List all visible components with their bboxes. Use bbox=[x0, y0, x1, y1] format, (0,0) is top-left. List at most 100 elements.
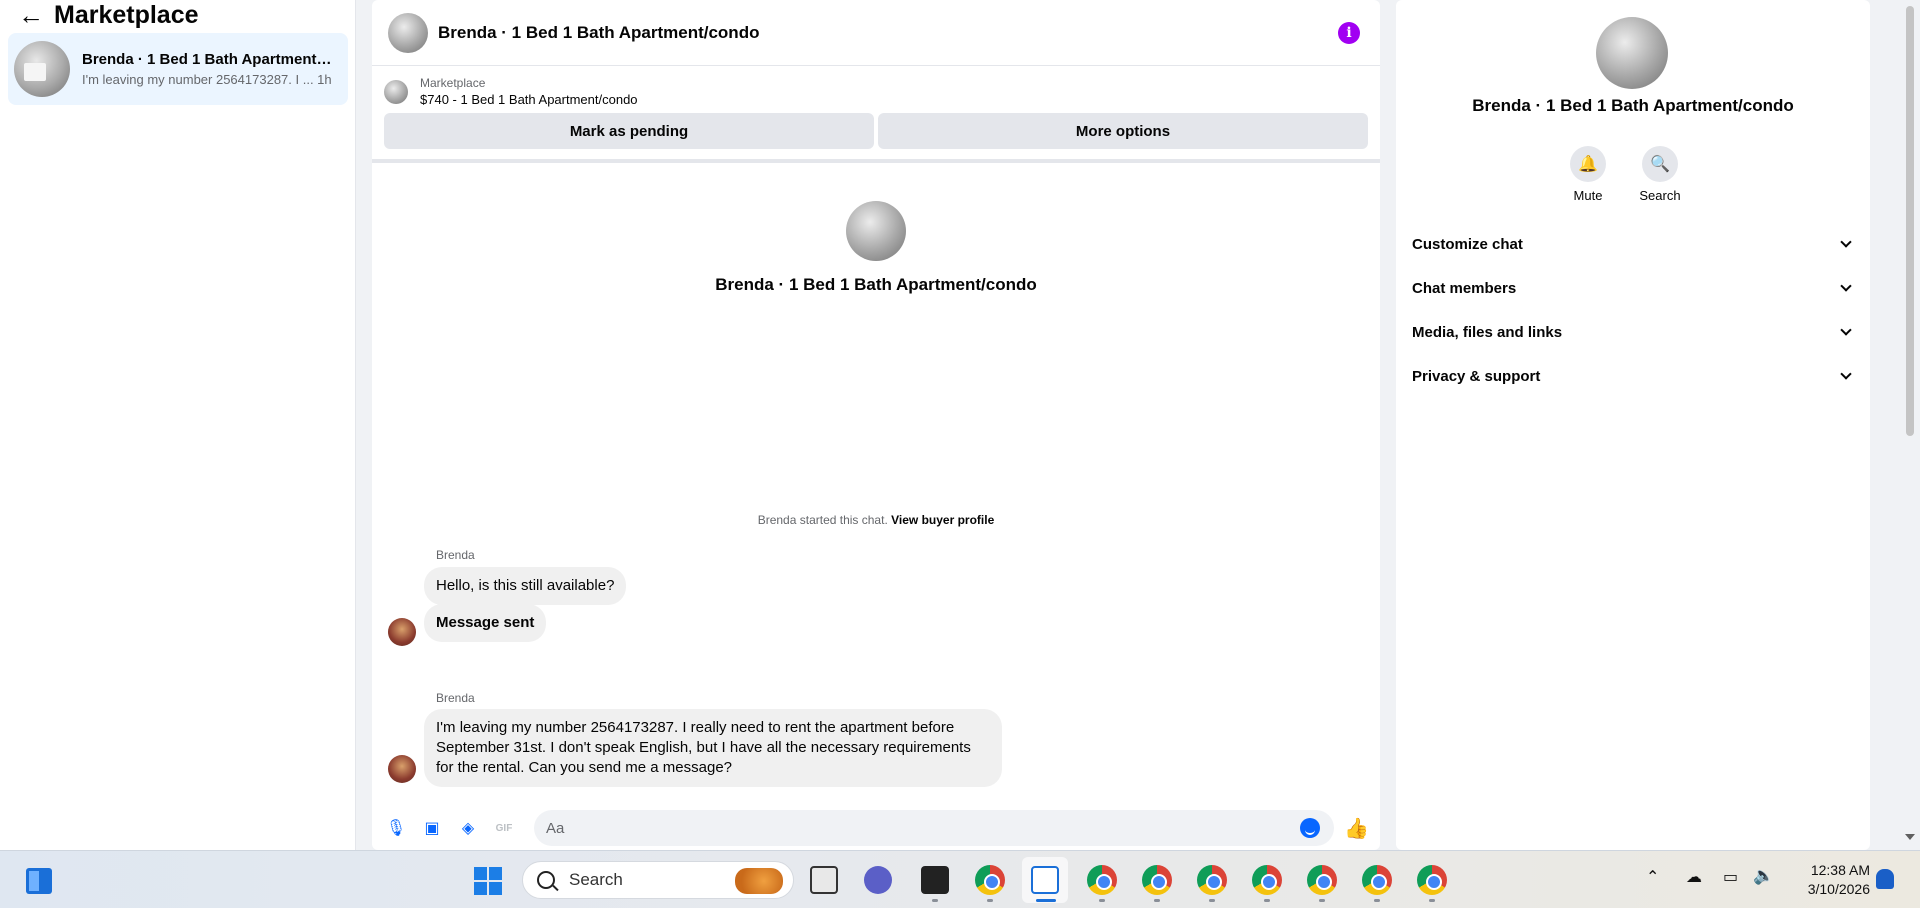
section-privacy-support[interactable]: Privacy & support bbox=[1396, 354, 1870, 398]
search-highlight-icon bbox=[735, 868, 783, 894]
message-bubble[interactable]: I'm leaving my number 2564173287. I real… bbox=[424, 709, 1002, 787]
volume-icon[interactable]: 🔈 bbox=[1753, 866, 1774, 886]
sender-avatar[interactable] bbox=[388, 755, 416, 783]
view-buyer-profile-link[interactable]: View buyer profile bbox=[891, 513, 994, 527]
chevron-down-icon bbox=[1840, 368, 1852, 380]
running-indicator bbox=[987, 899, 993, 902]
taskbar-search-label: Search bbox=[569, 870, 623, 889]
taskbar-search[interactable]: Search bbox=[522, 861, 794, 899]
sidebar-header: ← Marketplace bbox=[0, 0, 355, 30]
task-view-icon[interactable] bbox=[810, 866, 838, 894]
conversation-sidebar: ← Marketplace Brenda · 1 Bed 1 Bath Apar… bbox=[0, 0, 356, 850]
chat-header: Brenda · 1 Bed 1 Bath Apartment/condo i bbox=[372, 0, 1380, 66]
info-icon[interactable]: i bbox=[1338, 21, 1360, 44]
like-icon[interactable]: 👍 bbox=[1344, 816, 1369, 840]
back-arrow-icon[interactable]: ← bbox=[18, 0, 54, 31]
scroll-down-arrow-icon[interactable] bbox=[1905, 834, 1915, 840]
mute-button[interactable]: 🔔 Mute bbox=[1570, 146, 1606, 203]
chrome-profile-icon[interactable] bbox=[1087, 865, 1117, 895]
chrome-icon[interactable] bbox=[975, 865, 1005, 895]
message-sender: Brenda bbox=[436, 548, 475, 562]
active-indicator bbox=[1036, 899, 1056, 902]
sticker-icon[interactable]: ◈ bbox=[458, 818, 478, 838]
chrome-profile-icon[interactable] bbox=[1142, 865, 1172, 895]
chrome-profile-icon[interactable] bbox=[1252, 865, 1282, 895]
chat-panel: Brenda · 1 Bed 1 Bath Apartment/condo i … bbox=[372, 0, 1380, 850]
gif-icon[interactable]: GIF bbox=[494, 818, 514, 838]
section-media-files-links[interactable]: Media, files and links bbox=[1396, 310, 1870, 354]
chevron-down-icon bbox=[1840, 236, 1852, 248]
divider bbox=[372, 159, 1380, 163]
page-scrollbar[interactable] bbox=[1900, 0, 1920, 850]
taskbar: Search ⌃ ☁ ▭ 🔈 12:38 AM 3/10/2026 bbox=[0, 850, 1920, 908]
chrome-profile-icon[interactable] bbox=[1197, 865, 1227, 895]
chat-title[interactable]: Brenda · 1 Bed 1 Bath Apartment/condo bbox=[438, 23, 1338, 43]
network-icon[interactable]: ▭ bbox=[1723, 867, 1738, 887]
listing-actions: Mark as pending More options bbox=[372, 107, 1380, 149]
sticky-notes-icon[interactable] bbox=[921, 866, 949, 894]
sidebar-title: Marketplace bbox=[54, 0, 199, 29]
conversation-name: Brenda · 1 Bed 1 Bath Apartment/c... bbox=[82, 51, 332, 68]
section-customize-chat[interactable]: Customize chat bbox=[1396, 222, 1870, 266]
conversation-avatar bbox=[14, 41, 70, 97]
onedrive-offline-icon[interactable]: ☁ bbox=[1686, 867, 1702, 887]
emoji-icon[interactable] bbox=[1300, 818, 1320, 838]
chat-info-panel: Brenda · 1 Bed 1 Bath Apartment/condo 🔔 … bbox=[1396, 0, 1870, 850]
clock-date: 3/10/2026 bbox=[1807, 881, 1870, 897]
chat-header-avatar[interactable] bbox=[388, 12, 428, 53]
mark-as-pending-button[interactable]: Mark as pending bbox=[384, 113, 874, 149]
microphone-icon[interactable]: 🎙 bbox=[386, 818, 406, 838]
listing-text: Marketplace $740 - 1 Bed 1 Bath Apartmen… bbox=[420, 76, 638, 107]
chat-intro: Brenda · 1 Bed 1 Bath Apartment/condo bbox=[372, 201, 1380, 295]
widgets-icon[interactable] bbox=[26, 868, 52, 894]
sender-avatar[interactable] bbox=[388, 618, 416, 646]
message-input[interactable]: Aa bbox=[534, 810, 1334, 846]
search-button[interactable]: 🔍 Search bbox=[1639, 146, 1681, 203]
running-indicator bbox=[1429, 899, 1435, 902]
running-indicator bbox=[1264, 899, 1270, 902]
chrome-profile-icon[interactable] bbox=[1362, 865, 1392, 895]
chevron-down-icon bbox=[1840, 280, 1852, 292]
chat-started-notice: Brenda started this chat. View buyer pro… bbox=[372, 513, 1380, 527]
section-label: Customize chat bbox=[1412, 235, 1523, 253]
teams-icon[interactable] bbox=[864, 866, 892, 894]
chrome-profile-icon[interactable] bbox=[1307, 865, 1337, 895]
running-indicator bbox=[1209, 899, 1215, 902]
info-actions: 🔔 Mute 🔍 Search bbox=[1570, 146, 1681, 203]
search-label: Search bbox=[1639, 188, 1681, 203]
listing-banner[interactable]: Marketplace $740 - 1 Bed 1 Bath Apartmen… bbox=[372, 66, 1380, 107]
snipping-tool-icon[interactable] bbox=[1031, 866, 1059, 894]
section-chat-members[interactable]: Chat members bbox=[1396, 266, 1870, 310]
intro-avatar[interactable] bbox=[846, 201, 906, 261]
message-input-placeholder: Aa bbox=[546, 819, 565, 837]
info-avatar[interactable] bbox=[1596, 17, 1668, 89]
search-icon bbox=[537, 871, 555, 889]
search-icon: 🔍 bbox=[1642, 146, 1678, 182]
info-name: Brenda · 1 Bed 1 Bath Apartment/condo bbox=[1472, 96, 1794, 115]
running-indicator bbox=[932, 899, 938, 902]
message-sender: Brenda bbox=[436, 691, 475, 705]
chevron-down-icon bbox=[1840, 324, 1852, 336]
start-button[interactable] bbox=[474, 867, 502, 895]
photo-icon[interactable]: ▣ bbox=[422, 818, 442, 838]
more-options-button[interactable]: More options bbox=[878, 113, 1368, 149]
info-sections: Customize chat Chat members Media, files… bbox=[1396, 222, 1870, 398]
listing-label: Marketplace bbox=[420, 76, 486, 90]
notification-bell-icon[interactable] bbox=[1876, 869, 1894, 889]
mute-label: Mute bbox=[1573, 188, 1603, 203]
message-composer: 🎙 ▣ ◈ GIF Aa 👍 bbox=[372, 806, 1380, 850]
chevron-up-icon[interactable]: ⌃ bbox=[1646, 867, 1659, 887]
clock-time: 12:38 AM bbox=[1810, 862, 1870, 878]
conversation-item[interactable]: Brenda · 1 Bed 1 Bath Apartment/c... I'm… bbox=[8, 33, 348, 105]
message-bubble[interactable]: Hello, is this still available? bbox=[424, 567, 627, 605]
started-text: Brenda started this chat. bbox=[757, 513, 888, 527]
running-indicator bbox=[1099, 899, 1105, 902]
chrome-profile-icon[interactable] bbox=[1417, 865, 1447, 895]
message-sent-bubble[interactable]: Message sent bbox=[424, 604, 547, 642]
scrollbar-thumb[interactable] bbox=[1906, 6, 1914, 436]
running-indicator bbox=[1374, 899, 1380, 902]
running-indicator bbox=[1319, 899, 1325, 902]
conversation-snippet: I'm leaving my number 2564173287. I ... … bbox=[82, 72, 332, 87]
system-clock[interactable]: 12:38 AM 3/10/2026 bbox=[1790, 861, 1870, 899]
listing-price: $740 - 1 Bed 1 Bath Apartment/condo bbox=[420, 92, 638, 107]
